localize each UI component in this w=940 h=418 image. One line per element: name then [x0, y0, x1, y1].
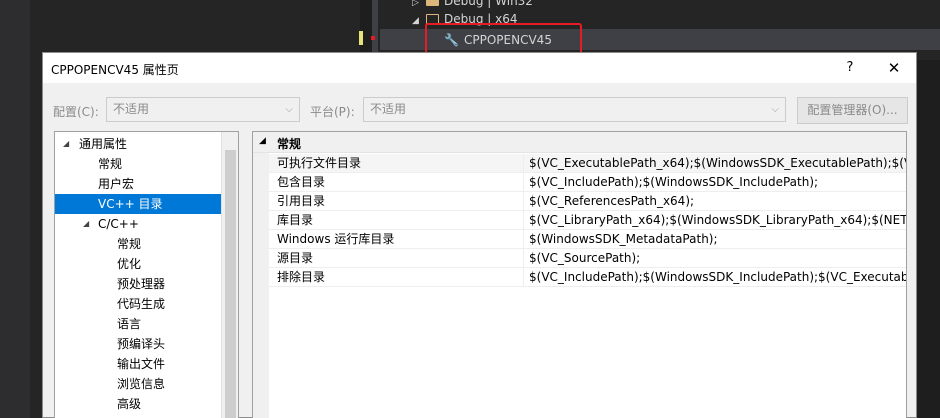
grid-section-header[interactable]: ◢ 常规	[253, 132, 906, 153]
platform-value: 不适用	[370, 102, 407, 116]
property-value[interactable]: $(VC_IncludePath);$(WindowsSDK_IncludePa…	[529, 173, 818, 191]
property-value[interactable]: $(VC_IncludePath);$(WindowsSDK_IncludePa…	[529, 268, 906, 286]
change-marker-red	[371, 36, 375, 40]
property-category-tree: ◢ 通用属性 常规 用户宏 VC++ 目录 ◢ C/C++ 常规 优化 预处理器…	[54, 131, 239, 418]
tree-node-cpp-general[interactable]: 常规	[55, 234, 223, 254]
tree-node-vc-directories[interactable]: VC++ 目录	[55, 194, 221, 214]
property-row-reference-dirs[interactable]: 引用目录 $(VC_ReferencesPath_x64);	[269, 192, 906, 211]
property-name: Windows 运行库目录	[277, 232, 395, 246]
platform-label: 平台(P):	[310, 105, 355, 119]
property-value[interactable]: $(VC_ExecutablePath_x64);$(WindowsSDK_Ex…	[529, 154, 906, 172]
configuration-label: 配置(C):	[53, 105, 99, 119]
property-row-include-dirs[interactable]: 包含目录 $(VC_IncludePath);$(WindowsSDK_Incl…	[269, 173, 906, 192]
folder-icon	[426, 0, 439, 6]
tree-node-label: VC++ 目录	[98, 197, 163, 211]
tree-node-common-properties[interactable]: ◢ 通用属性	[55, 134, 223, 154]
chevron-down-icon: ⌵	[285, 104, 293, 115]
column-separator	[523, 173, 524, 192]
column-separator	[523, 268, 524, 287]
grid-gutter	[253, 153, 269, 418]
tree-node-label: 优化	[117, 257, 142, 271]
configuration-manager-button[interactable]: 配置管理器(O)...	[797, 97, 908, 124]
tree-node-label: 用户宏	[98, 177, 135, 191]
column-separator	[523, 192, 524, 211]
tree-node-optimization[interactable]: 优化	[55, 254, 223, 274]
dialog-titlebar[interactable]: CPPOPENCV45 属性页 ? ✕	[43, 53, 916, 83]
tree-node-label: 预编译头	[117, 337, 166, 351]
tree-node-label: 常规	[117, 237, 142, 251]
configuration-dropdown[interactable]: 不适用 ⌵	[106, 97, 300, 122]
tree-item-label: Debug | Win32	[444, 0, 533, 8]
column-separator	[523, 230, 524, 249]
tree-node-precompiled-headers[interactable]: 预编译头	[55, 334, 223, 354]
change-marker-yellow	[359, 31, 363, 45]
property-row-exclude-dirs[interactable]: 排除目录 $(VC_IncludePath);$(WindowsSDK_Incl…	[269, 268, 906, 287]
column-separator	[523, 211, 524, 230]
tree-node-browse-information[interactable]: 浏览信息	[55, 374, 223, 394]
property-name: 可执行文件目录	[277, 156, 362, 170]
tree-node-c-cpp[interactable]: ◢ C/C++	[55, 214, 223, 234]
tree-node-preprocessor[interactable]: 预处理器	[55, 274, 223, 294]
tree-node-label: 通用属性	[79, 137, 128, 151]
property-value[interactable]: $(VC_LibraryPath_x64);$(WindowsSDK_Libra…	[529, 211, 906, 229]
tree-node-general[interactable]: 常规	[55, 154, 223, 174]
help-button[interactable]: ?	[839, 57, 861, 79]
tree-node-label: 常规	[98, 157, 123, 171]
tree-node-label: 语言	[117, 317, 142, 331]
tree-node-label: 预处理器	[117, 277, 166, 291]
property-value[interactable]: $(WindowsSDK_MetadataPath);	[529, 230, 718, 248]
tree-node-label: 浏览信息	[117, 377, 166, 391]
tree-node-label: 高级	[117, 397, 142, 411]
column-separator	[523, 249, 524, 268]
column-separator	[523, 154, 524, 173]
property-name: 源目录	[277, 251, 314, 265]
ide-activity-stripe	[0, 0, 30, 418]
property-name: 排除目录	[277, 270, 326, 284]
property-grid: ◢ 常规 可执行文件目录 $(VC_ExecutablePath_x64);$(…	[252, 131, 907, 418]
property-row-library-dirs[interactable]: 库目录 $(VC_LibraryPath_x64);$(WindowsSDK_L…	[269, 211, 906, 230]
platform-dropdown[interactable]: 不适用 ⌵	[363, 97, 786, 122]
tree-node-language[interactable]: 语言	[55, 314, 223, 334]
tree-scrollbar[interactable]	[221, 132, 238, 418]
property-value[interactable]: $(VC_ReferencesPath_x64);	[529, 192, 694, 210]
chevron-down-icon: ⌵	[771, 104, 779, 115]
collapse-arrow-icon[interactable]: ◢	[63, 134, 69, 154]
tree-node-output-files[interactable]: 输出文件	[55, 354, 223, 374]
property-row-winrt-dirs[interactable]: Windows 运行库目录 $(WindowsSDK_MetadataPath)…	[269, 230, 906, 249]
collapse-arrow-icon[interactable]: ◢	[412, 11, 426, 31]
dialog-title: CPPOPENCV45 属性页	[51, 63, 179, 77]
configuration-value: 不适用	[113, 102, 150, 116]
tree-node-user-macros[interactable]: 用户宏	[55, 174, 223, 194]
property-value[interactable]: $(VC_SourcePath);	[529, 249, 640, 267]
tree-node-label: C/C++	[98, 217, 139, 231]
property-name: 库目录	[277, 213, 314, 227]
property-name: 包含目录	[277, 175, 326, 189]
tree-node-label: 代码生成	[117, 297, 166, 311]
tree-node-label: 输出文件	[117, 357, 166, 371]
tree-node-code-generation[interactable]: 代码生成	[55, 294, 223, 314]
collapse-arrow-icon[interactable]: ◢	[259, 136, 266, 146]
property-row-source-dirs[interactable]: 源目录 $(VC_SourcePath);	[269, 249, 906, 268]
property-pages-dialog: CPPOPENCV45 属性页 ? ✕ 配置(C): 不适用 ⌵ 平台(P): …	[42, 52, 917, 418]
property-row-executable-dirs[interactable]: 可执行文件目录 $(VC_ExecutablePath_x64);$(Windo…	[269, 154, 906, 173]
tree-node-advanced[interactable]: 高级	[55, 394, 223, 414]
collapse-arrow-icon[interactable]: ◢	[83, 214, 89, 234]
close-button[interactable]: ✕	[883, 57, 905, 79]
grid-section-title: 常规	[277, 137, 302, 151]
property-name: 引用目录	[277, 194, 326, 208]
scrollbar-thumb[interactable]	[225, 150, 236, 418]
